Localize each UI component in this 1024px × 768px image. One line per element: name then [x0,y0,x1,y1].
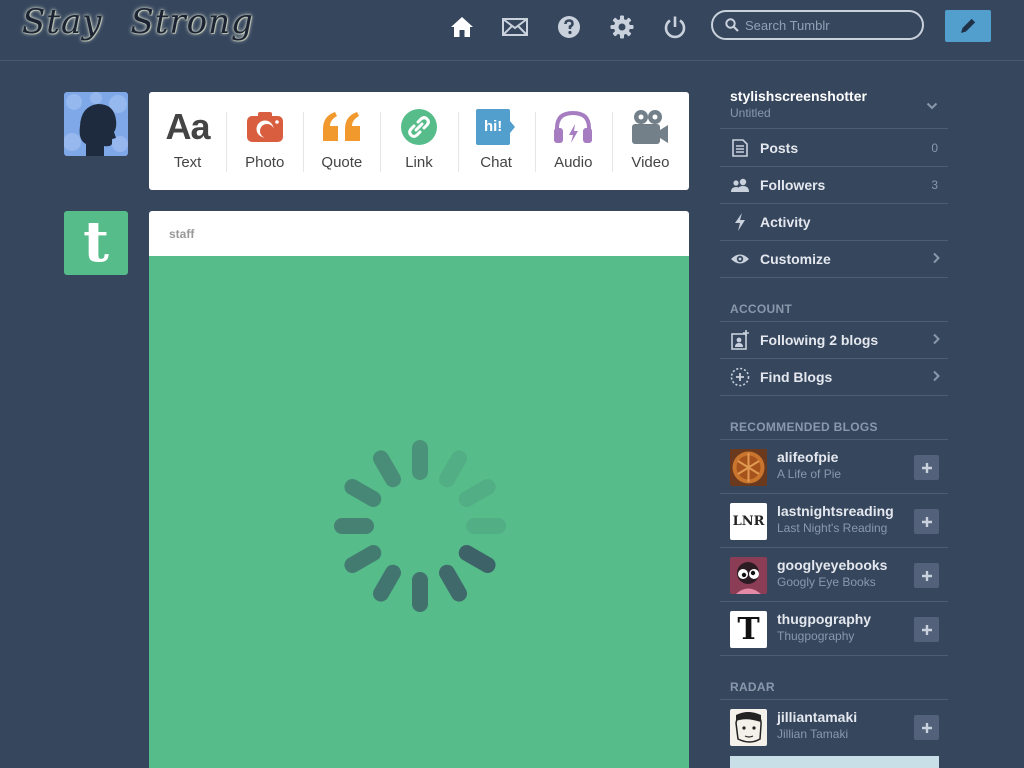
post-type-video[interactable]: Video [611,92,689,190]
post-type-link[interactable]: Link [380,92,457,190]
sidebar-item-posts[interactable]: Posts 0 [720,130,948,167]
home-icon[interactable] [449,14,475,40]
plus-icon [921,624,932,635]
link-icon [400,109,437,145]
chevron-right-icon [933,252,940,264]
follow-button[interactable] [914,563,939,588]
section-recommended-label: RECOMMENDED BLOGS [730,420,878,434]
blog-avatar[interactable]: T [730,611,767,648]
radar-post-preview[interactable] [730,756,939,768]
search-box[interactable] [711,10,924,40]
post-type-bar: Aa Text Photo Quote Link hi! Chat Audio … [149,92,689,190]
blog-logo[interactable]: Stay Strong [22,0,282,44]
recommended-blog[interactable]: googlyeyebooks Googly Eye Books [720,548,948,602]
search-icon [725,18,739,32]
eye-icon [730,249,750,269]
follow-button[interactable] [914,617,939,642]
quote-icon [321,109,363,145]
power-icon[interactable] [662,14,688,40]
plus-icon [921,570,932,581]
post-type-photo[interactable]: Photo [226,92,303,190]
followers-icon [730,175,750,195]
spinner-segment [439,564,467,602]
recommended-blog[interactable]: alifeofpie A Life of Pie [720,440,948,494]
sidebar-item-following[interactable]: Following 2 blogs [720,322,948,359]
spinner-segment [344,545,382,573]
plus-icon [921,516,932,527]
blog-avatar[interactable] [730,449,767,486]
blog-avatar[interactable]: LNR [730,503,767,540]
follow-button[interactable] [914,509,939,534]
help-icon[interactable] [556,14,582,40]
following-icon [730,330,750,350]
follow-button[interactable] [914,455,939,480]
post-header: staff [149,211,689,256]
spinner-segment [439,450,467,488]
spinner-segment [458,479,496,507]
blog-avatar[interactable] [730,709,767,746]
post-media[interactable] [149,256,689,768]
spinner-segment [334,518,374,534]
post-type-quote[interactable]: Quote [303,92,380,190]
recommended-blog[interactable]: T thugpography Thugpography [720,602,948,656]
chevron-down-icon [926,102,938,110]
spinner-segment [458,545,496,573]
find-blogs-icon [730,367,750,387]
posts-icon [730,138,750,158]
staff-avatar[interactable]: t [64,211,128,275]
chat-icon: hi! [476,109,516,145]
sidebar-item-followers[interactable]: Followers 3 [720,167,948,204]
top-header: Stay Strong [0,0,1024,61]
post-card: staff [149,211,689,768]
post-type-chat[interactable]: hi! Chat [457,92,535,190]
compose-button[interactable] [945,10,991,42]
user-avatar[interactable] [64,92,128,156]
spinner-segment [373,564,401,602]
spinner-segment [344,479,382,507]
plus-icon [921,722,932,733]
loading-spinner-icon [334,440,506,612]
chevron-right-icon [933,370,940,382]
video-camera-icon [631,109,669,145]
sidebar-item-customize[interactable]: Customize [720,241,948,278]
headphones-icon [553,109,593,145]
search-input[interactable] [743,16,917,34]
pencil-icon [961,18,976,33]
spinner-segment [373,450,401,488]
follow-button[interactable] [914,715,939,740]
text-icon: Aa [165,106,211,147]
blog-avatar[interactable] [730,557,767,594]
post-type-audio[interactable]: Audio [534,92,612,190]
gear-icon[interactable] [609,14,635,40]
section-radar-label: RADAR [730,680,775,694]
blog-switcher[interactable]: stylishscreenshotter Untitled [720,86,948,129]
lightning-icon [730,212,750,232]
chevron-right-icon [933,333,940,345]
spinner-segment [412,572,428,612]
spinner-segment [412,440,428,480]
camera-icon [246,109,284,145]
spinner-segment [466,518,506,534]
recommended-blog[interactable]: LNR lastnightsreading Last Night's Readi… [720,494,948,548]
post-type-text[interactable]: Aa Text [149,92,226,190]
radar-blog[interactable]: jilliantamaki Jillian Tamaki [720,700,948,753]
sidebar-item-activity[interactable]: Activity [720,204,948,241]
plus-icon [921,462,932,473]
sidebar-item-find-blogs[interactable]: Find Blogs [720,359,948,396]
mail-icon[interactable] [502,14,528,40]
post-blog-name[interactable]: staff [169,227,194,241]
section-account-label: ACCOUNT [730,302,793,316]
